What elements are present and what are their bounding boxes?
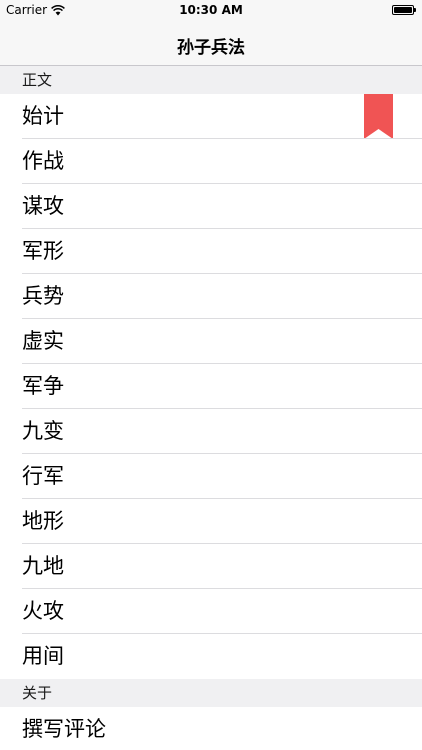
list-item-label: 撰写评论 bbox=[22, 717, 106, 741]
battery-icon bbox=[392, 5, 416, 15]
list-item-chapter[interactable]: 始计 bbox=[0, 94, 422, 139]
list-item-chapter[interactable]: 行军 bbox=[0, 454, 422, 499]
bookmark-icon[interactable] bbox=[364, 94, 393, 139]
list-item-chapter[interactable]: 用间 bbox=[0, 634, 422, 679]
list-item-label: 始计 bbox=[22, 104, 64, 128]
list-item-label: 虚实 bbox=[22, 329, 64, 353]
list-item-chapter[interactable]: 兵势 bbox=[0, 274, 422, 319]
app-screen: Carrier 10:30 AM 孙子兵法 正文 始计 作战 谋攻 军形 兵势 … bbox=[0, 0, 422, 750]
list-item-chapter[interactable]: 军形 bbox=[0, 229, 422, 274]
list-item-label: 地形 bbox=[22, 509, 64, 533]
list-item-label: 军争 bbox=[22, 374, 64, 398]
list-item-label: 九地 bbox=[22, 554, 64, 578]
list-item-label: 作战 bbox=[22, 149, 64, 173]
section-header-main: 正文 bbox=[0, 66, 422, 94]
list-item-label: 谋攻 bbox=[22, 194, 64, 218]
list-item-label: 兵势 bbox=[22, 284, 64, 308]
list-item-chapter[interactable]: 九地 bbox=[0, 544, 422, 589]
status-bar: Carrier 10:30 AM bbox=[0, 0, 422, 22]
list-item-label: 用间 bbox=[22, 644, 64, 668]
list-item-chapter[interactable]: 谋攻 bbox=[0, 184, 422, 229]
status-time: 10:30 AM bbox=[179, 3, 243, 17]
chapter-list[interactable]: 正文 始计 作战 谋攻 军形 兵势 虚实 军争 九变 行军 地形 九地 火攻 用… bbox=[0, 66, 422, 750]
list-item-chapter[interactable]: 火攻 bbox=[0, 589, 422, 634]
list-item-write-review[interactable]: 撰写评论 bbox=[0, 707, 422, 750]
navigation-bar: 孙子兵法 bbox=[0, 22, 422, 66]
list-item-chapter[interactable]: 九变 bbox=[0, 409, 422, 454]
list-item-label: 九变 bbox=[22, 419, 64, 443]
list-item-label: 火攻 bbox=[22, 599, 64, 623]
battery-level-fill bbox=[394, 7, 412, 13]
page-title: 孙子兵法 bbox=[177, 38, 245, 58]
list-item-label: 军形 bbox=[22, 239, 64, 263]
list-item-label: 行军 bbox=[22, 464, 64, 488]
list-item-chapter[interactable]: 军争 bbox=[0, 364, 422, 409]
list-item-chapter[interactable]: 虚实 bbox=[0, 319, 422, 364]
list-item-chapter[interactable]: 地形 bbox=[0, 499, 422, 544]
section-header-about: 关于 bbox=[0, 679, 422, 707]
list-item-chapter[interactable]: 作战 bbox=[0, 139, 422, 184]
